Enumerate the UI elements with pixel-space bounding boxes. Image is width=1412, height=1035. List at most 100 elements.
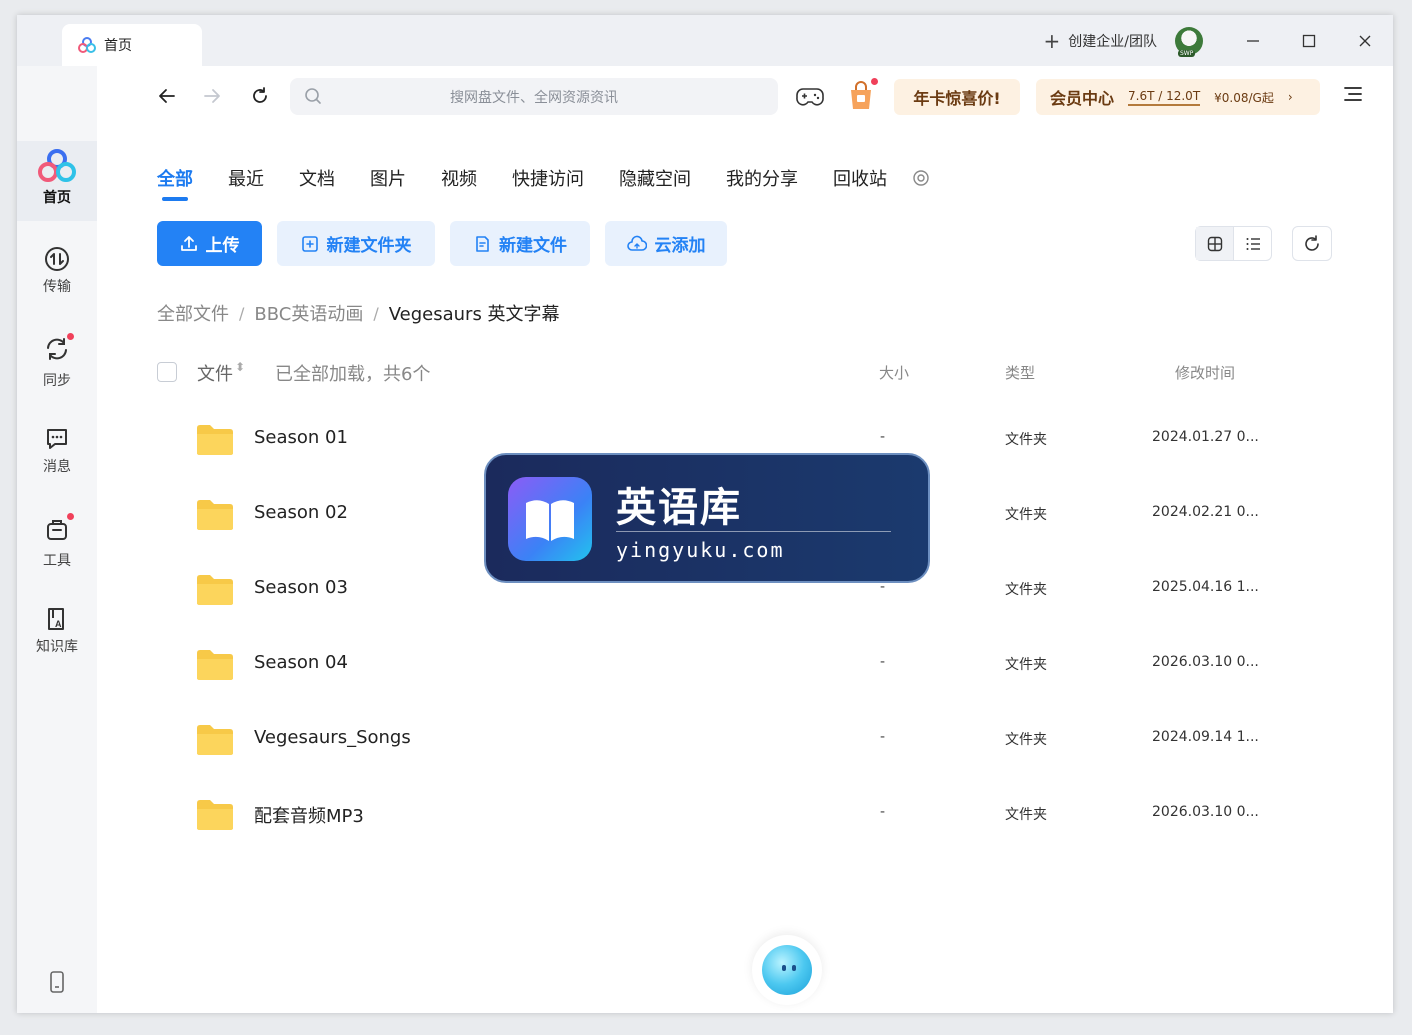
list-view-button[interactable]	[1234, 227, 1271, 260]
list-icon	[1246, 237, 1260, 250]
file-size: -	[880, 729, 886, 745]
view-switcher	[1195, 226, 1272, 261]
category-tabs: 全部 最近 文档 图片 视频 快捷访问 隐藏空间 我的分享 回收站	[157, 165, 930, 201]
tab-recent[interactable]: 最近	[228, 165, 264, 191]
file-name[interactable]: Season 01	[254, 427, 348, 448]
search-input[interactable]: 搜网盘文件、全网资源资讯	[290, 78, 778, 115]
sidebar-item-knowledge[interactable]: AI 知识库	[17, 606, 97, 656]
upload-button[interactable]: 上传	[157, 221, 262, 266]
refresh-button[interactable]	[1292, 226, 1332, 261]
new-folder-button[interactable]: 新建文件夹	[277, 221, 435, 266]
file-modified: 2025.04.16 1...	[1152, 579, 1259, 595]
new-file-button[interactable]: 新建文件	[450, 221, 590, 266]
phone-icon[interactable]	[49, 971, 65, 993]
breadcrumb-item[interactable]: 全部文件	[157, 300, 229, 326]
type-column-header[interactable]: 类型	[1005, 362, 1035, 383]
tab-recycle-bin[interactable]: 回收站	[833, 165, 887, 191]
sidebar-item-home[interactable]: 首页	[17, 141, 97, 221]
table-row[interactable]: Vegesaurs_Songs - 文件夹 2024.09.14 1...	[157, 703, 1347, 778]
list-header: 文件 ⬍ 已全部加载，共6个 大小 类型 修改时间	[17, 360, 1393, 390]
folder-icon	[197, 725, 233, 755]
breadcrumb-item[interactable]: BBC英语动画	[254, 300, 363, 326]
tab-home[interactable]: 首页	[62, 24, 202, 66]
sidebar-item-transfer[interactable]: 传输	[17, 246, 97, 296]
tab-settings-icon[interactable]	[912, 169, 930, 187]
tab-label: 首页	[104, 38, 132, 54]
file-name[interactable]: Season 04	[254, 652, 348, 673]
sidebar-item-tools[interactable]: 工具	[17, 513, 97, 570]
file-modified: 2024.02.21 0...	[1152, 504, 1259, 520]
tab-all[interactable]: 全部	[157, 165, 193, 201]
watermark-divider	[616, 531, 891, 532]
file-size: -	[880, 804, 886, 820]
cloud-add-button[interactable]: 云添加	[605, 221, 727, 266]
minimize-button[interactable]	[1225, 15, 1281, 66]
avatar[interactable]	[1175, 26, 1203, 57]
notification-badge	[67, 513, 74, 520]
new-folder-icon	[301, 235, 318, 252]
toolbox-icon-wrap	[44, 513, 74, 546]
sidebar-item-label: 工具	[43, 553, 71, 569]
folder-icon	[197, 800, 233, 830]
tab-videos[interactable]: 视频	[441, 165, 477, 191]
file-name[interactable]: Season 02	[254, 502, 348, 523]
watermark-title: 英语库	[616, 485, 742, 531]
app-window: 首页 + 创建企业/团队 首页	[17, 15, 1393, 1013]
file-column-header[interactable]: 文件	[197, 360, 233, 386]
minimize-icon	[1247, 39, 1259, 42]
file-name[interactable]: Vegesaurs_Songs	[254, 727, 411, 748]
gift-bag-icon[interactable]	[848, 78, 878, 111]
file-name[interactable]: Season 03	[254, 577, 348, 598]
arrow-right-icon	[204, 89, 220, 103]
gift-icon	[851, 81, 871, 109]
grid-icon	[1207, 236, 1222, 251]
file-type: 文件夹	[1005, 432, 1047, 448]
tab-hidden-space[interactable]: 隐藏空间	[619, 165, 691, 191]
sort-icon[interactable]: ⬍	[235, 360, 245, 374]
tab-quick-access[interactable]: 快捷访问	[512, 165, 584, 191]
sidebar: 首页 传输 同步 消息 工具 AI 知识库	[17, 66, 97, 1013]
cloud-upload-icon	[626, 235, 647, 251]
size-column-header[interactable]: 大小	[879, 362, 909, 383]
vip-center-label: 会员中心	[1050, 89, 1115, 108]
gamepad-icon[interactable]	[796, 86, 824, 108]
reload-button[interactable]	[245, 81, 275, 111]
vip-center-button[interactable]: 会员中心 7.6T / 12.0T ¥0.08/G起 ›	[1036, 79, 1320, 115]
folder-icon	[197, 425, 233, 455]
file-type: 文件夹	[1005, 657, 1047, 673]
tab-documents[interactable]: 文档	[299, 165, 335, 191]
watermark-overlay: 英语库 yingyuku.com	[484, 453, 930, 583]
back-button[interactable]	[152, 81, 182, 111]
sidebar-item-label: 消息	[43, 459, 71, 475]
maximize-button[interactable]	[1281, 15, 1337, 66]
file-type: 文件夹	[1005, 582, 1047, 598]
sidebar-item-label: 传输	[43, 279, 71, 295]
transfer-icon	[45, 247, 69, 271]
ai-assistant-button[interactable]	[752, 935, 822, 1005]
file-type: 文件夹	[1005, 807, 1047, 823]
file-type: 文件夹	[1005, 507, 1047, 523]
menu-icon[interactable]	[1343, 85, 1363, 103]
svg-text:AI: AI	[55, 619, 64, 629]
grid-view-button[interactable]	[1196, 227, 1234, 260]
tab-my-shares[interactable]: 我的分享	[726, 165, 798, 191]
table-row[interactable]: 配套音频MP3 - 文件夹 2026.03.10 0...	[157, 778, 1347, 853]
create-team-button[interactable]: + 创建企业/团队	[1044, 31, 1157, 51]
watermark-url: yingyuku.com	[616, 538, 785, 562]
promo-label: 年卡惊喜价!	[913, 89, 1001, 108]
search-placeholder: 搜网盘文件、全网资源资讯	[450, 89, 618, 106]
file-name[interactable]: 配套音频MP3	[254, 802, 364, 828]
close-icon	[1359, 35, 1371, 46]
sidebar-item-messages[interactable]: 消息	[17, 426, 97, 476]
modified-column-header[interactable]: 修改时间	[1175, 362, 1235, 383]
ai-knowledge-icon: AI	[48, 608, 64, 630]
close-button[interactable]	[1337, 15, 1393, 66]
annual-promo-button[interactable]: 年卡惊喜价!	[894, 79, 1020, 115]
table-row[interactable]: Season 04 - 文件夹 2026.03.10 0...	[157, 628, 1347, 703]
reload-icon	[253, 87, 267, 103]
sync-icon	[47, 338, 67, 360]
plus-icon: +	[1043, 28, 1061, 53]
forward-button[interactable]	[197, 81, 227, 111]
tab-images[interactable]: 图片	[370, 165, 406, 191]
breadcrumb: 全部文件 / BBC英语动画 / Vegesaurs 英文字幕	[157, 300, 560, 326]
